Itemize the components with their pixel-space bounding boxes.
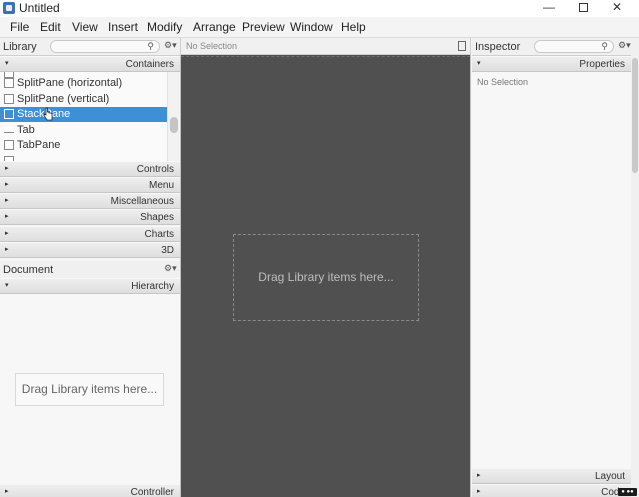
inspector-search-input[interactable]: ⚲ bbox=[534, 40, 614, 53]
library-scrollbar[interactable] bbox=[167, 72, 179, 161]
section-containers[interactable]: ▾ Containers bbox=[0, 56, 180, 72]
search-icon: ⚲ bbox=[601, 41, 608, 51]
section-containers-label: Containers bbox=[125, 59, 174, 70]
section-label: Miscellaneous bbox=[110, 196, 174, 207]
search-icon: ⚲ bbox=[147, 41, 154, 51]
splitpane-horizontal-icon bbox=[4, 78, 14, 88]
section-hierarchy[interactable]: ▾ Hierarchy bbox=[0, 278, 180, 294]
section-shapes[interactable]: ▸ Shapes bbox=[0, 209, 180, 225]
menu-edit[interactable]: Edit bbox=[40, 20, 61, 34]
document-title: Document bbox=[3, 264, 54, 276]
inspector-title: Inspector bbox=[475, 41, 521, 53]
list-item[interactable]: Tab bbox=[0, 123, 167, 138]
canvas-selection-label: No Selection bbox=[186, 41, 238, 51]
splitpane-vertical-icon bbox=[4, 94, 14, 104]
section-menu[interactable]: ▸ Menu bbox=[0, 177, 180, 193]
triangle-closed-icon: ▸ bbox=[5, 246, 9, 253]
menu-bar: File Edit View Insert Modify Arrange Pre… bbox=[0, 17, 639, 38]
document-gear-icon[interactable]: ⚙▾ bbox=[164, 263, 177, 274]
menu-view[interactable]: View bbox=[72, 20, 98, 34]
inspector-gear-icon[interactable]: ⚙▾ bbox=[618, 40, 631, 51]
menu-preview[interactable]: Preview bbox=[242, 20, 285, 34]
library-header: Library ⚲ ⚙▾ bbox=[0, 38, 180, 56]
list-item-label: Tab bbox=[17, 124, 35, 136]
document-icon[interactable] bbox=[458, 41, 466, 51]
section-label: Menu bbox=[148, 180, 174, 191]
tabpane-icon bbox=[4, 140, 14, 150]
section-controls[interactable]: ▸ Controls bbox=[0, 161, 180, 177]
canvas-header: No Selection bbox=[180, 38, 471, 55]
app-icon bbox=[3, 2, 15, 14]
triangle-closed-icon: ▸ bbox=[477, 472, 481, 479]
maximize-icon bbox=[578, 3, 588, 12]
triangle-closed-icon: ▸ bbox=[5, 488, 9, 495]
scrollbar-thumb[interactable] bbox=[632, 58, 638, 173]
title-bar: Untitled — ✕ bbox=[0, 0, 639, 17]
inspector-header: Inspector ⚲ ⚙▾ bbox=[472, 38, 631, 56]
inspector-no-selection: No Selection bbox=[477, 77, 529, 87]
window-title: Untitled bbox=[19, 1, 60, 15]
section-miscellaneous[interactable]: ▸ Miscellaneous bbox=[0, 193, 180, 209]
list-item-label: SplitPane (vertical) bbox=[17, 93, 110, 105]
section-charts[interactable]: ▸ Charts bbox=[0, 226, 180, 242]
status-badge-icon: ● ●● bbox=[618, 488, 637, 496]
menu-insert[interactable]: Insert bbox=[108, 20, 138, 34]
list-item[interactable]: SplitPane (horizontal) bbox=[0, 76, 167, 91]
menu-help[interactable]: Help bbox=[341, 20, 366, 34]
section-hierarchy-label: Hierarchy bbox=[131, 281, 174, 292]
section-properties-label: Properties bbox=[579, 59, 625, 70]
hierarchy-drop-zone[interactable]: Drag Library items here... bbox=[15, 373, 164, 406]
list-item-label: SplitPane (horizontal) bbox=[17, 77, 123, 89]
section-layout[interactable]: ▸ Layout bbox=[472, 468, 631, 484]
list-item[interactable]: TabPane bbox=[0, 138, 167, 153]
library-search-input[interactable]: ⚲ bbox=[50, 40, 160, 53]
section-label: Charts bbox=[144, 229, 174, 240]
section-code[interactable]: ▸ Code bbox=[472, 484, 631, 497]
triangle-closed-icon: ▸ bbox=[477, 488, 481, 495]
inspector-body: No Selection bbox=[472, 72, 631, 468]
triangle-closed-icon: ▸ bbox=[5, 230, 9, 237]
canvas-divider bbox=[181, 56, 470, 57]
tab-icon bbox=[4, 127, 14, 133]
triangle-closed-icon: ▸ bbox=[5, 197, 9, 204]
section-3d[interactable]: ▸ 3D bbox=[0, 242, 180, 258]
stackpane-icon bbox=[4, 109, 14, 119]
list-item[interactable] bbox=[0, 154, 167, 161]
hand-cursor-icon bbox=[43, 107, 53, 121]
minimize-button[interactable]: — bbox=[532, 0, 566, 17]
triangle-closed-icon: ▸ bbox=[5, 213, 9, 220]
library-title: Library bbox=[3, 41, 37, 53]
section-label: Shapes bbox=[140, 212, 174, 223]
document-header: Document ⚙▾ bbox=[0, 261, 180, 279]
triangle-open-icon: ▾ bbox=[477, 60, 481, 67]
triangle-open-icon: ▾ bbox=[5, 282, 9, 289]
list-item-selected[interactable]: StackPane bbox=[0, 107, 167, 122]
library-list: SplitPane (horizontal) SplitPane (vertic… bbox=[0, 72, 167, 161]
library-gear-icon[interactable]: ⚙▾ bbox=[164, 40, 177, 51]
section-properties[interactable]: ▾ Properties bbox=[472, 56, 631, 72]
section-label: 3D bbox=[161, 245, 174, 256]
triangle-open-icon: ▾ bbox=[5, 60, 9, 67]
section-label: Controls bbox=[136, 164, 174, 175]
list-item[interactable]: SplitPane (vertical) bbox=[0, 92, 167, 107]
section-label: Layout bbox=[594, 471, 625, 482]
list-item-label: TabPane bbox=[17, 139, 61, 151]
triangle-closed-icon: ▸ bbox=[5, 165, 9, 172]
menu-file[interactable]: File bbox=[10, 20, 29, 34]
triangle-closed-icon: ▸ bbox=[5, 181, 9, 188]
scrollbar-thumb[interactable] bbox=[170, 117, 178, 133]
menu-window[interactable]: Window bbox=[290, 20, 333, 34]
section-controller[interactable]: ▸ Controller bbox=[0, 484, 180, 497]
menu-arrange[interactable]: Arrange bbox=[193, 20, 236, 34]
inspector-scrollbar[interactable] bbox=[631, 38, 639, 497]
menu-modify[interactable]: Modify bbox=[147, 20, 182, 34]
canvas-drop-zone[interactable]: Drag Library items here... bbox=[233, 234, 419, 321]
section-label: Controller bbox=[130, 487, 174, 497]
close-button[interactable]: ✕ bbox=[600, 0, 634, 17]
maximize-button[interactable] bbox=[566, 0, 600, 17]
